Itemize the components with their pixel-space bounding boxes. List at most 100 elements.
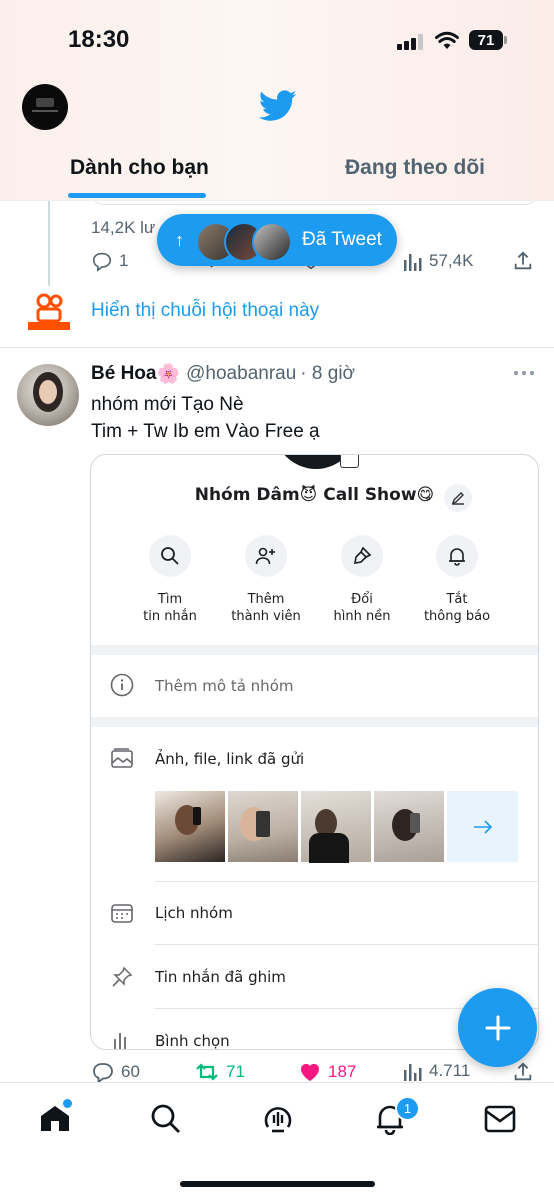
search-icon [161, 547, 179, 565]
add-member-label: Thêm thành viên [231, 592, 301, 624]
gallery-icon [111, 748, 133, 768]
camera-icon [340, 455, 359, 468]
mute-notifications-button[interactable] [436, 535, 478, 577]
tweet-media-image[interactable]: Nhóm Dâm😈 Call Show😋 Tìm tin nhắn Thêm thà… [90, 454, 539, 1050]
thread-line [48, 200, 50, 286]
like-count: 187 [328, 1062, 357, 1081]
battery-icon: 71 [469, 30, 503, 50]
views-chart-icon [404, 254, 422, 271]
change-background-label: Đổi hình nền [333, 592, 391, 624]
tab-for-you[interactable]: Dành cho bạn [70, 156, 209, 180]
twitter-bird-icon[interactable] [259, 90, 297, 122]
pinned-messages-label[interactable]: Tin nhắn đã ghim [155, 968, 286, 986]
home-unread-dot [63, 1099, 72, 1108]
notifications-badge: 1 [395, 1096, 420, 1121]
tweet-text-line: nhóm mới Tạo Nè [91, 394, 244, 415]
retweet-icon [196, 1063, 218, 1081]
reply-count: 60 [121, 1062, 140, 1081]
media-thumbnail[interactable] [228, 791, 298, 862]
show-thread-link[interactable]: Hiển thị chuỗi hội thoại này [91, 300, 319, 322]
status-time: 18:30 [68, 26, 130, 53]
pill-avatar [252, 222, 292, 262]
retweet-button[interactable]: 71 [194, 1060, 245, 1084]
spaces-icon[interactable] [262, 1103, 294, 1135]
views-count: 4.711 [429, 1061, 471, 1080]
top-header: 18:30 71 Dành cho bạn Đang theo dõi [0, 0, 554, 201]
arrow-right-icon [473, 819, 492, 834]
reply-icon [92, 252, 112, 272]
battery-level: 71 [477, 31, 495, 49]
info-icon [110, 673, 134, 697]
search-messages-button[interactable] [149, 535, 191, 577]
tab-following[interactable]: Đang theo dõi [345, 156, 485, 180]
group-calendar-label[interactable]: Lịch nhóm [155, 904, 233, 922]
views-button[interactable]: 4.711 [403, 1060, 470, 1082]
group-description-placeholder[interactable]: Thêm mô tả nhóm [155, 677, 293, 695]
shared-media-label[interactable]: Ảnh, file, link đã gửi [155, 750, 304, 768]
views-chart-icon [404, 1064, 422, 1081]
cell-signal-icon [397, 34, 423, 50]
pill-avatars [196, 222, 292, 262]
add-member-button[interactable] [245, 535, 287, 577]
messages-icon[interactable] [484, 1105, 516, 1133]
more-options-icon[interactable] [513, 370, 535, 376]
retweet-count: 71 [226, 1062, 245, 1081]
heart-filled-icon [301, 1064, 319, 1081]
tweet-time: · 8 giờ [300, 363, 355, 384]
tweet-divider [0, 347, 554, 348]
reply-count: 1 [119, 251, 129, 270]
new-tweets-pill[interactable]: ↑ Đã Tweet [157, 214, 397, 266]
section-divider [91, 717, 538, 727]
paint-brush-icon [354, 546, 372, 564]
group-name: Nhóm Dâm😈 Call Show😋 [194, 485, 435, 505]
tweet-header: Bé Hoa 🌸 @hoabanrau · 8 giờ [91, 362, 355, 386]
pin-icon [112, 966, 133, 987]
active-tab-indicator [68, 193, 206, 198]
section-divider [91, 645, 538, 655]
bottom-navigation: 1 [0, 1062, 554, 1201]
media-thumbnail[interactable] [374, 791, 444, 862]
battery-tip [504, 36, 507, 44]
share-icon[interactable] [512, 250, 534, 272]
poll-icon [114, 1033, 126, 1049]
wifi-icon [435, 31, 459, 49]
views-button[interactable]: 57,4K [403, 250, 473, 272]
row-divider [155, 881, 538, 882]
calendar-icon [111, 904, 133, 923]
search-messages-label: Tìm tin nhắn [143, 592, 197, 624]
reply-button[interactable]: 1 [91, 250, 128, 272]
kuaishou-logo-icon [28, 293, 70, 330]
media-thumbnail[interactable] [155, 791, 225, 862]
reply-button[interactable]: 60 [91, 1060, 140, 1084]
poll-label[interactable]: Bình chọn [155, 1032, 230, 1049]
arrow-up-icon: ↑ [175, 229, 184, 250]
views-count: 57,4K [429, 251, 474, 270]
like-button[interactable]: 187 [298, 1060, 356, 1084]
edit-name-icon[interactable] [444, 484, 472, 512]
profile-avatar[interactable] [22, 84, 68, 130]
media-thumbnail[interactable] [301, 791, 371, 863]
reply-icon [93, 1063, 113, 1084]
nav-notifications[interactable]: 1 [374, 1096, 420, 1140]
author-name[interactable]: Bé Hoa [91, 363, 156, 385]
tweet-text: nhóm mới Tạo Nè Tim + Tw Ib em Vào Free … [91, 391, 320, 445]
compose-tweet-button[interactable] [458, 988, 537, 1067]
nav-home[interactable] [38, 1099, 72, 1138]
more-media-button[interactable] [447, 791, 518, 862]
tweet-text-line: Tim + Tw Ib em Vào Free ạ [91, 421, 320, 442]
share-icon[interactable] [512, 1061, 534, 1083]
bell-icon [449, 548, 465, 566]
quoted-partial-text: 14,2K lư [91, 218, 156, 237]
author-handle[interactable]: @hoabanrau [186, 363, 296, 385]
thread-author-avatar[interactable] [26, 292, 72, 332]
home-indicator [180, 1181, 375, 1187]
tweet-author-avatar[interactable] [17, 364, 79, 426]
row-divider [155, 944, 538, 945]
search-icon[interactable] [150, 1103, 182, 1135]
mute-notifications-label: Tắt thông báo [423, 592, 491, 624]
plus-icon [485, 1015, 510, 1040]
add-member-icon [255, 547, 275, 565]
pill-label: Đã Tweet [302, 229, 382, 250]
author-emoji: 🌸 [156, 364, 181, 385]
change-background-button[interactable] [341, 535, 383, 577]
